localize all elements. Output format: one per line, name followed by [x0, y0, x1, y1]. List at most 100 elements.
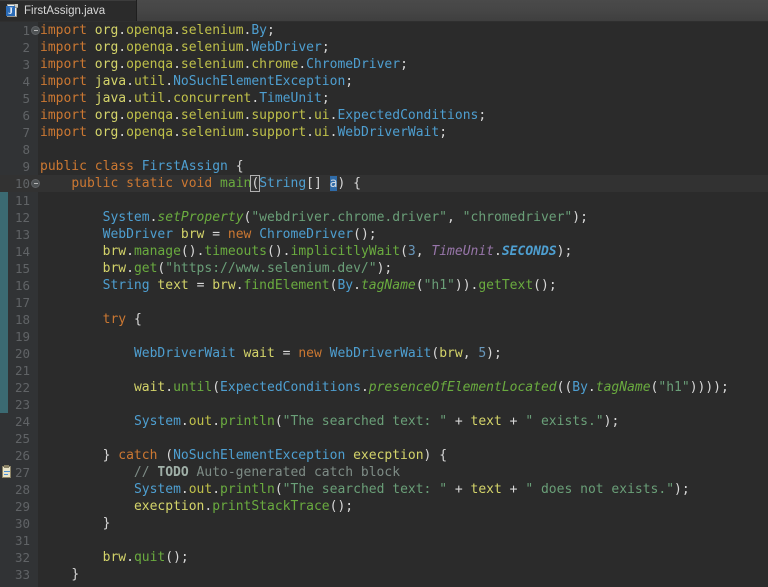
code-line[interactable]: 30 }: [0, 515, 768, 532]
code-line-text: brw.quit();: [102, 550, 189, 565]
code-line-text: } catch (NoSuchElementException execptio…: [102, 448, 448, 463]
code-line[interactable]: 7 import org.openqa.selenium.support.ui.W…: [0, 124, 768, 141]
code-line-text: }: [71, 567, 80, 582]
line-number: 2: [22, 40, 30, 55]
code-line[interactable]: 26 } catch (NoSuchElementException execp…: [0, 447, 768, 464]
code-line[interactable]: 29 execption.printStackTrace();: [0, 498, 768, 515]
editor-tab-firstassign-java[interactable]: J FirstAssign.java: [0, 0, 137, 21]
code-line-text: import org.openqa.selenium.support.ui.Ex…: [40, 108, 487, 123]
line-number: 31: [14, 533, 30, 548]
code-line-text: import org.openqa.selenium.support.ui.We…: [40, 125, 448, 140]
code-line-text: import org.openqa.selenium.WebDriver;: [40, 40, 330, 55]
code-line[interactable]: 4 import java.util.NoSuchElementException…: [0, 73, 768, 90]
line-number: 17: [14, 295, 30, 310]
code-line[interactable]: 18 try {: [0, 311, 768, 328]
code-line[interactable]: 2 import org.openqa.selenium.WebDriver;: [0, 39, 768, 56]
line-number: 15: [14, 261, 30, 276]
code-line[interactable]: 15 brw.get("https://www.selenium.dev/");: [0, 260, 768, 277]
line-number: 23: [14, 397, 30, 412]
line-number: 32: [14, 550, 30, 565]
code-line[interactable]: 11: [0, 192, 768, 209]
code-line-text: import org.openqa.selenium.chrome.Chrome…: [40, 57, 408, 72]
code-fold-collapse-icon[interactable]: [31, 26, 40, 35]
code-line[interactable]: 27 // TODO Auto-generated catch block: [0, 464, 768, 481]
code-line-text: WebDriverWait wait = new WebDriverWait(b…: [133, 346, 502, 361]
code-line[interactable]: 8: [0, 141, 768, 158]
code-line-text: }: [102, 516, 111, 531]
code-line[interactable]: 31: [0, 532, 768, 549]
line-number: 6: [22, 108, 30, 123]
code-line-text: // TODO Auto-generated catch block: [133, 465, 401, 480]
line-number: 30: [14, 516, 30, 531]
line-number: 13: [14, 227, 30, 242]
line-number: 34: [0, 583, 30, 587]
line-number: 8: [22, 142, 30, 157]
line-number: 11: [14, 193, 30, 208]
line-number: 28: [14, 482, 30, 497]
line-number: 1: [22, 23, 30, 38]
code-line[interactable]: 3 import org.openqa.selenium.chrome.Chrom…: [0, 56, 768, 73]
code-line-text: WebDriver brw = new ChromeDriver();: [102, 227, 377, 242]
code-line-text: public class FirstAssign {: [40, 159, 244, 174]
code-line-text: execption.printStackTrace();: [133, 499, 354, 514]
code-line[interactable]: 13 WebDriver brw = new ChromeDriver();: [0, 226, 768, 243]
code-line[interactable]: 22 wait.until(ExpectedConditions.presenc…: [0, 379, 768, 396]
code-line-text: wait.until(ExpectedConditions.presenceOf…: [133, 380, 729, 395]
code-line[interactable]: 14 brw.manage().timeouts().implicitlyWai…: [0, 243, 768, 260]
code-editor[interactable]: 1 import org.openqa.selenium.By; 2 import o…: [0, 22, 768, 587]
line-number: 19: [14, 329, 30, 344]
code-line[interactable]: 17: [0, 294, 768, 311]
editor-tab-bar: J FirstAssign.java: [0, 0, 768, 22]
line-number: 18: [14, 312, 30, 327]
line-number: 7: [22, 125, 30, 140]
line-number: 4: [22, 74, 30, 89]
line-number: 33: [14, 567, 30, 582]
code-line[interactable]: 10 public static void main(String[] a) {: [0, 175, 768, 192]
line-number: 3: [22, 57, 30, 72]
code-line-text: brw.manage().timeouts().implicitlyWait(3…: [102, 244, 573, 259]
line-number: 20: [14, 346, 30, 361]
code-line[interactable]: 23: [0, 396, 768, 413]
line-number: 24: [14, 414, 30, 429]
line-number: 14: [14, 244, 30, 259]
code-line-text: brw.get("https://www.selenium.dev/");: [102, 261, 393, 276]
line-number: 9: [22, 159, 30, 174]
line-number: 25: [14, 431, 30, 446]
code-line-text: public static void main(String[] a) {: [71, 175, 361, 192]
code-line[interactable]: 24 System.out.println("The searched text…: [0, 413, 768, 430]
code-rows: 1 import org.openqa.selenium.By; 2 import o…: [0, 22, 768, 587]
code-line[interactable]: 34: [0, 583, 768, 587]
todo-task-icon[interactable]: [0, 465, 13, 479]
code-line-text: import java.util.NoSuchElementException;: [40, 74, 354, 89]
java-file-icon: J: [6, 4, 19, 17]
code-line-text: import java.util.concurrent.TimeUnit;: [40, 91, 330, 106]
code-line[interactable]: 25: [0, 430, 768, 447]
line-number: 10: [14, 176, 30, 191]
code-line[interactable]: 21: [0, 362, 768, 379]
code-line[interactable]: 33 }: [0, 566, 768, 583]
code-line-text: System.setProperty("webdriver.chrome.dri…: [102, 210, 588, 225]
code-line[interactable]: 6 import org.openqa.selenium.support.ui.E…: [0, 107, 768, 124]
line-number: 29: [14, 499, 30, 514]
code-line[interactable]: 9 public class FirstAssign {: [0, 158, 768, 175]
code-line[interactable]: 32 brw.quit();: [0, 549, 768, 566]
code-line[interactable]: 20 WebDriverWait wait = new WebDriverWai…: [0, 345, 768, 362]
code-line[interactable]: 1 import org.openqa.selenium.By;: [0, 22, 768, 39]
code-line-text: System.out.println("The searched text: "…: [133, 482, 690, 497]
code-line[interactable]: 5 import java.util.concurrent.TimeUnit;: [0, 90, 768, 107]
editor-tab-label: FirstAssign.java: [24, 4, 106, 17]
code-line[interactable]: 28 System.out.println("The searched text…: [0, 481, 768, 498]
code-line-text: import org.openqa.selenium.By;: [40, 23, 275, 38]
code-line[interactable]: 12 System.setProperty("webdriver.chrome.…: [0, 209, 768, 226]
code-fold-collapse-icon[interactable]: [31, 179, 40, 188]
line-number: 5: [22, 91, 30, 106]
code-line-text: System.out.println("The searched text: "…: [133, 414, 620, 429]
line-number: 16: [14, 278, 30, 293]
line-number: 22: [14, 380, 30, 395]
java-badge-letter: J: [6, 6, 15, 16]
code-line-text: String text = brw.findElement(By.tagName…: [102, 278, 557, 293]
code-line-text: try {: [102, 312, 142, 327]
code-line[interactable]: 16 String text = brw.findElement(By.tagN…: [0, 277, 768, 294]
code-line[interactable]: 19: [0, 328, 768, 345]
line-number: 26: [14, 448, 30, 463]
